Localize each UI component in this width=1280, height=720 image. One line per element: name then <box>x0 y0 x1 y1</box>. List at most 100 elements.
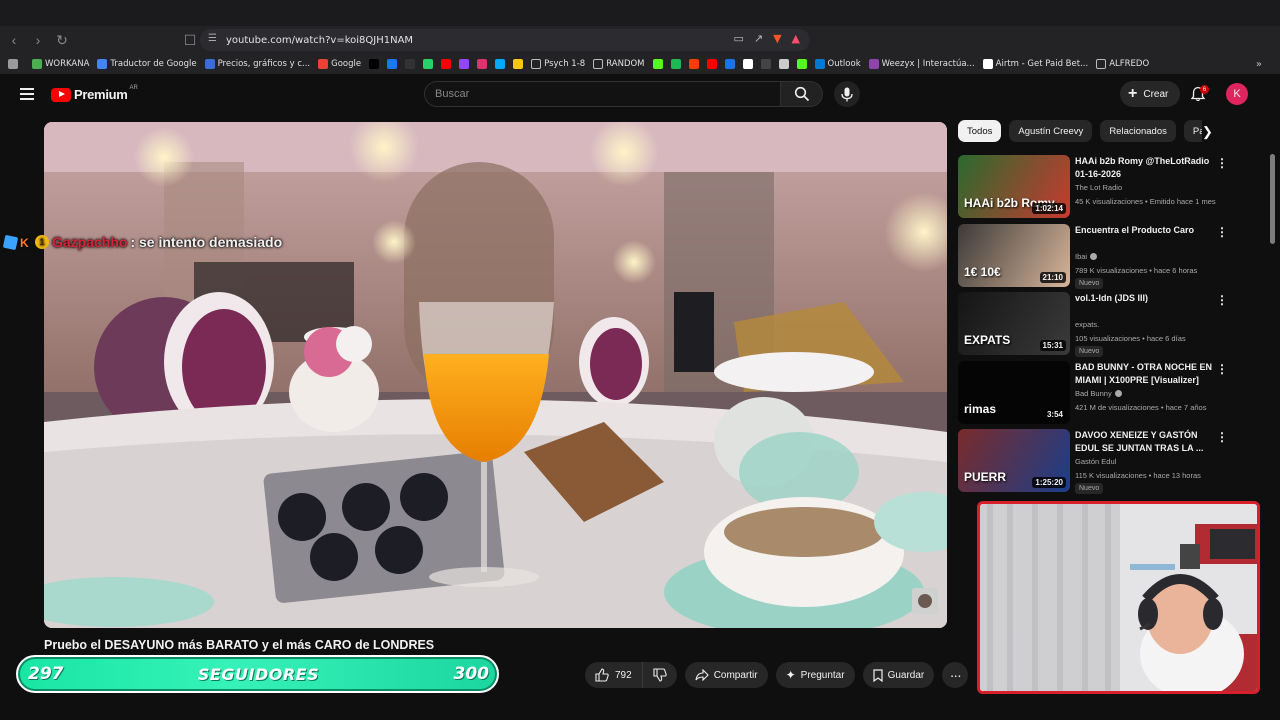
brave-rewards-icon[interactable]: ▲ <box>792 32 800 45</box>
back-icon[interactable]: ‹ <box>4 30 24 50</box>
more-options-icon[interactable]: ⋮ <box>1216 294 1228 306</box>
more-options-icon[interactable]: ⋮ <box>1216 363 1228 375</box>
new-badge: Nuevo <box>1075 346 1104 357</box>
bookmark-item[interactable]: WORKANA <box>32 59 89 69</box>
bookmark-favicon[interactable] <box>688 59 699 69</box>
bookmark-favicon[interactable] <box>778 59 789 69</box>
related-video-item[interactable]: rimas 3:54 BAD BUNNY - OTRA NOCHE EN MIAMI… <box>958 361 1258 425</box>
video-player[interactable] <box>44 122 947 628</box>
channel-name[interactable]: Gastón Edul <box>1075 457 1116 466</box>
voice-search-button[interactable] <box>834 81 860 107</box>
bookmark-favicon[interactable] <box>724 59 735 69</box>
bookmark-favicon[interactable] <box>387 59 398 69</box>
ask-button[interactable]: ✦ Preguntar <box>775 662 855 688</box>
chevron-right-icon[interactable]: ❯ <box>1202 124 1218 140</box>
more-options-icon[interactable]: ⋮ <box>1216 157 1228 169</box>
related-video-title[interactable]: HAAi b2b Romy @TheLotRadio 01-16-2026 <box>1075 155 1213 181</box>
search-input[interactable]: Buscar <box>424 81 781 107</box>
thumbnail-text: EXPATS <box>964 333 1011 347</box>
related-video-item[interactable]: EXPATS 15:31 vol.1-ldn (JDS III) expats. 105… <box>958 292 1258 357</box>
bookmark-label: Weezyx | Interactúa... <box>881 59 975 69</box>
more-bookmarks-icon[interactable]: » <box>1256 59 1262 70</box>
bookmark-favicon[interactable] <box>670 59 681 69</box>
bookmark-favicon[interactable] <box>760 59 771 69</box>
like-count: 792 <box>615 669 632 681</box>
browser-toolbar: ‹ › ↻ ☐ ☰ youtube.com/watch?v=koi8QJH1NA… <box>0 26 1280 70</box>
bookmark-favicon[interactable] <box>423 59 434 69</box>
video-thumbnail[interactable]: EXPATS 15:31 <box>958 292 1070 355</box>
bookmark-item[interactable]: Outlook <box>814 59 861 69</box>
bookmark-favicon[interactable] <box>441 59 452 69</box>
more-options-icon[interactable]: ⋮ <box>1216 226 1228 238</box>
site-info-icon[interactable]: ☰ <box>208 33 217 44</box>
related-video-item[interactable]: PUERR 1:25:20 DAVOO XENEIZE Y GASTÓN EDUL … <box>958 429 1258 494</box>
video-thumbnail[interactable]: HAAi b2b Romy 1:02:14 <box>958 155 1070 218</box>
filter-chip[interactable]: Relacionados <box>1100 120 1176 142</box>
video-thumbnail[interactable]: PUERR 1:25:20 <box>958 429 1070 492</box>
channel-name[interactable]: The Lot Radio <box>1075 183 1122 192</box>
address-bar[interactable]: ☰ youtube.com/watch?v=koi8QJH1NAM ▭ ↗ ▼ … <box>200 29 810 51</box>
favicon-icon <box>982 59 993 69</box>
share-page-icon[interactable]: ↗ <box>754 32 763 45</box>
favicon-icon <box>513 59 524 69</box>
related-video-title[interactable]: Encuentra el Producto Caro <box>1075 224 1213 237</box>
page-scrollbar[interactable] <box>1270 154 1275 244</box>
bookmark-label: Psych 1-8 <box>544 59 586 69</box>
related-video-item[interactable]: HAAi b2b Romy 1:02:14 HAAi b2b Romy @TheLo… <box>958 155 1258 219</box>
bookmark-favicon[interactable] <box>513 59 524 69</box>
video-thumbnail[interactable]: rimas 3:54 <box>958 361 1070 424</box>
search-button[interactable] <box>781 81 823 107</box>
bookmark-item[interactable]: Precios, gráficos y c... <box>204 59 311 69</box>
bookmark-favicon[interactable] <box>459 59 470 69</box>
favicon-icon <box>477 59 488 69</box>
cube-badge-icon <box>2 234 19 250</box>
account-avatar[interactable]: K <box>1226 83 1248 105</box>
create-button[interactable]: + Crear <box>1120 81 1181 107</box>
more-options-icon[interactable]: ⋮ <box>1216 431 1228 443</box>
forward-icon[interactable]: › <box>28 30 48 50</box>
bookmark-item[interactable]: Traductor de Google <box>97 59 197 69</box>
bookmark-item[interactable]: Weezyx | Interactúa... <box>868 59 975 69</box>
verified-icon <box>1090 253 1098 260</box>
favicon-icon <box>32 59 42 69</box>
bookmark-label: Precios, gráficos y c... <box>217 59 311 69</box>
bookmark-item[interactable]: Google <box>318 59 361 69</box>
related-video-title[interactable]: DAVOO XENEIZE Y GASTÓN EDUL SE JUNTAN TR… <box>1075 429 1213 455</box>
reload-icon[interactable]: ↻ <box>52 30 72 50</box>
bookmark-favicon[interactable] <box>796 59 807 69</box>
bookmark-favicon[interactable] <box>742 59 753 69</box>
guide-menu-icon[interactable] <box>20 88 34 100</box>
install-icon[interactable]: ▭ <box>733 32 743 45</box>
channel-label: Bad Bunny <box>1075 389 1112 398</box>
bookmark-icon[interactable]: ☐ <box>180 30 200 50</box>
bookmark-item[interactable]: RANDOM <box>593 59 645 69</box>
share-button[interactable]: Compartir <box>684 662 768 688</box>
favicon-icon <box>814 59 825 69</box>
more-actions-button[interactable]: ··· <box>942 662 969 688</box>
filter-chip[interactable]: Todos <box>958 120 1002 142</box>
bookmark-favicon[interactable] <box>652 59 663 69</box>
related-video-item[interactable]: 1€ 10€ 21:10 Encuentra el Producto Caro Iba… <box>958 224 1258 289</box>
bookmark-favicon[interactable] <box>477 59 488 69</box>
bookmark-item[interactable]: ALFREDO <box>1096 59 1149 69</box>
like-button[interactable]: 792 <box>585 662 643 688</box>
save-button[interactable]: Guardar <box>862 662 935 688</box>
bookmark-favicon[interactable] <box>706 59 717 69</box>
bookmark-favicon[interactable] <box>495 59 506 69</box>
bookmark-favicon[interactable] <box>369 59 380 69</box>
bookmark-favicon[interactable] <box>405 59 416 69</box>
channel-name[interactable]: Ibai <box>1075 252 1098 261</box>
filter-chip[interactable]: Par <box>1183 120 1202 142</box>
channel-name[interactable]: Bad Bunny <box>1075 389 1122 398</box>
related-video-title[interactable]: BAD BUNNY - OTRA NOCHE EN MIAMI | X100PR… <box>1075 361 1213 387</box>
apps-icon[interactable] <box>8 59 18 69</box>
video-thumbnail[interactable]: 1€ 10€ 21:10 <box>958 224 1070 287</box>
filter-chip[interactable]: Agustín Creevy <box>1009 120 1093 142</box>
youtube-premium-logo[interactable]: Premium AR <box>51 85 138 102</box>
channel-name[interactable]: expats. <box>1075 320 1099 329</box>
bookmark-item[interactable]: Psych 1-8 <box>531 59 585 69</box>
brave-shield-icon[interactable]: ▼ <box>773 32 781 45</box>
dislike-button[interactable] <box>643 662 677 688</box>
bookmark-item[interactable]: Airtm - Get Paid Bet... <box>982 59 1088 69</box>
related-video-title[interactable]: vol.1-ldn (JDS III) <box>1075 292 1213 305</box>
